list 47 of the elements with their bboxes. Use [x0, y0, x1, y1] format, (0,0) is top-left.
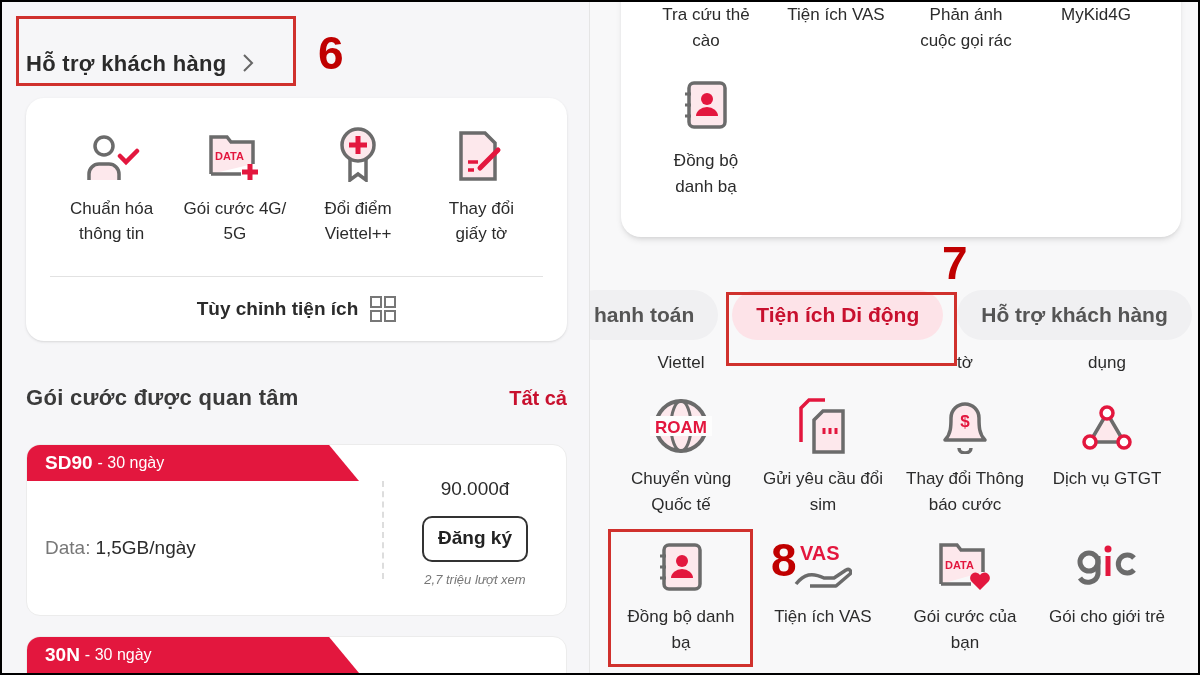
utility-label[interactable]: Chuyển vùng Quốc tế [617, 466, 745, 518]
package-name: 30N [45, 642, 80, 667]
utility-label[interactable]: Thay đổi Thông báo cước [901, 466, 1029, 518]
utility-label[interactable]: Viettel [610, 350, 752, 376]
utility-label[interactable]: dụng [1036, 350, 1178, 376]
shortcut-label[interactable]: Thay đổi giấy tờ [435, 196, 528, 246]
section-title: Gói cước được quan tâm [26, 384, 299, 412]
utility-label[interactable]: Phản ánh cuộc gọi rác [910, 2, 1022, 54]
utility-label[interactable]: Đồng bộ danh bạ [617, 604, 745, 656]
utility-label[interactable]: Gói cước của bạn [901, 604, 1029, 656]
shortcut-label[interactable]: Gói cước 4G/ 5G [178, 196, 291, 246]
shortcut-label[interactable]: Chuẩn hóa thông tin [55, 196, 168, 246]
step-number: 7 [942, 238, 968, 288]
contact-book-icon [683, 80, 729, 130]
utility-label[interactable]: Tiện ích VAS [780, 2, 892, 54]
package-name: SD90 [45, 450, 93, 475]
data-value: 1,5GB/ngày [95, 535, 196, 560]
customize-link[interactable]: Tùy chỉnh tiện ích [196, 294, 359, 324]
package-card[interactable]: 30N - 30 ngày [26, 636, 567, 673]
utility-label[interactable]: tờ [894, 350, 1036, 376]
see-all-link[interactable]: Tất cả [509, 382, 567, 413]
category-tab[interactable]: hanh toán [590, 290, 719, 340]
utility-label[interactable]: Gửi yêu cầu đổi sim [759, 466, 887, 518]
sim-card-icon [798, 398, 848, 454]
section-title[interactable]: Hỗ trợ khách hàng [26, 46, 227, 80]
utility-label[interactable]: MyKid4G [1040, 2, 1152, 54]
shortcut-label[interactable]: Đổi điểm Viettel++ [302, 196, 415, 246]
utility-label[interactable]: Tiện ích VAS [759, 604, 887, 630]
utility-label[interactable]: Đồng bộ danh bạ [661, 148, 751, 200]
utility-label[interactable]: Gói cho giới trẻ [1043, 604, 1171, 630]
category-tab[interactable]: Tiện ích Di động [732, 290, 944, 340]
view-count: 2,7 triệu lượt xem [424, 570, 526, 589]
register-button[interactable]: Đăng ký [422, 515, 528, 562]
medal-icon [338, 126, 379, 182]
package-price: 90.000đ [440, 477, 510, 501]
contact-book-icon [658, 542, 704, 592]
package-card[interactable]: SD90 - 30 ngày Data: 1,5GB/ngày 90.000đ Đăng ký 2,7 triệu lượt xem [26, 444, 567, 616]
step-number: 8 [771, 535, 797, 585]
step-number: 6 [318, 28, 344, 78]
package-duration: - 30 ngày [84, 645, 152, 665]
category-tab[interactable]: Hỗ trợ khách hàng [957, 290, 1192, 340]
package-duration: - 30 ngày [97, 453, 165, 473]
utility-label[interactable]: Dịch vụ GTGT [1043, 466, 1171, 492]
utility-label[interactable]: Tra cứu thẻ cào [650, 2, 762, 54]
data-label: Data: [45, 535, 91, 560]
grid-icon[interactable] [370, 296, 397, 322]
chevron-right-icon[interactable] [242, 53, 255, 73]
